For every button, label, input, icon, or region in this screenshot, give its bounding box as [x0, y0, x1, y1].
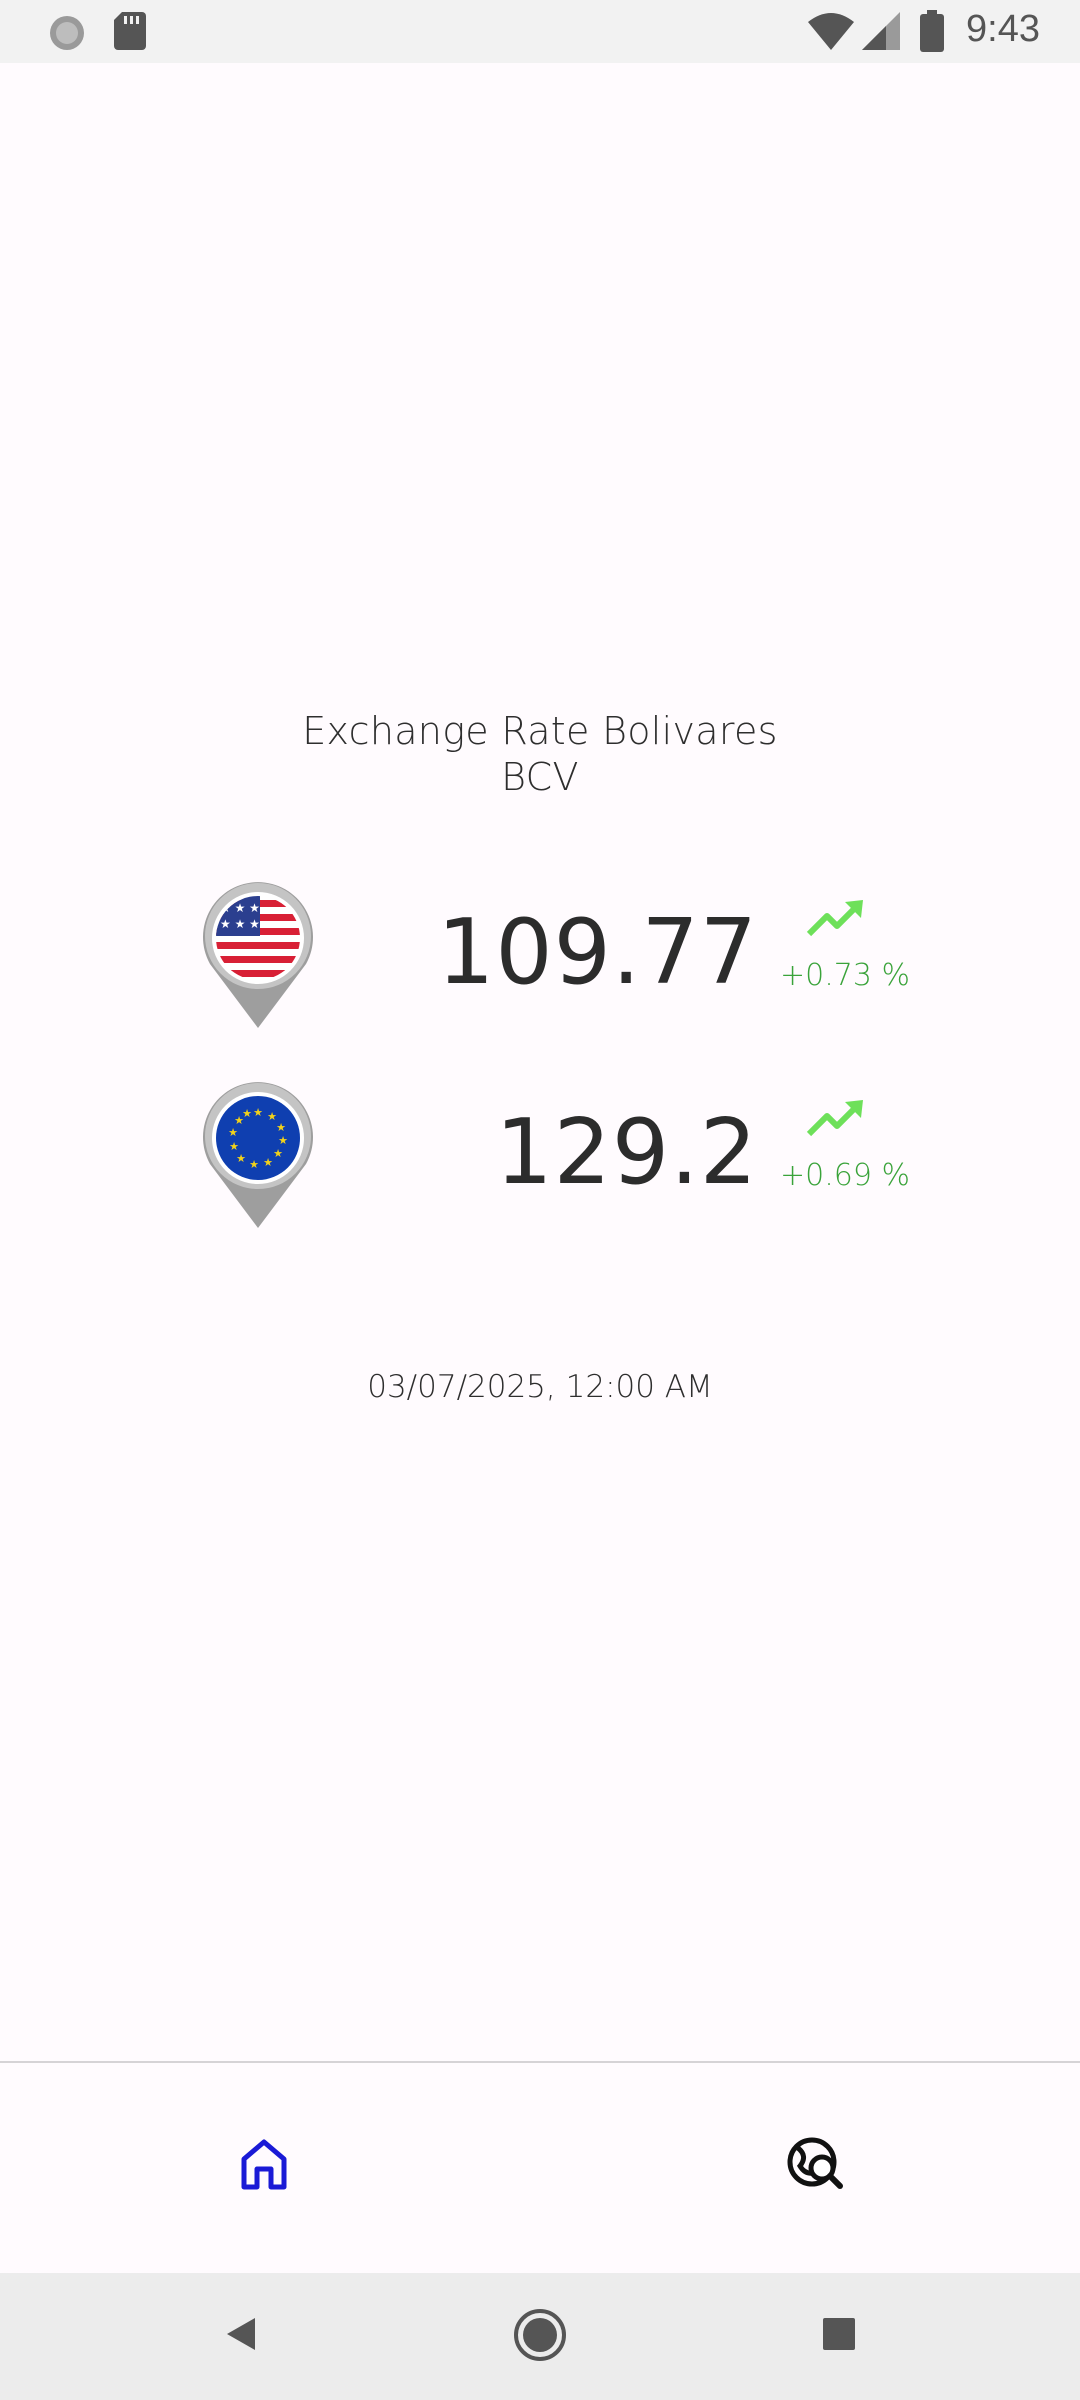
loading-icon	[48, 14, 86, 57]
signal-icon	[862, 12, 900, 55]
rate-row-usd: ★ ★ ★ ★ ★ ★ 109.77 +0.73 %	[0, 878, 1080, 1028]
globe-search-icon	[786, 2136, 846, 2197]
nav-search-button[interactable]	[776, 2126, 856, 2206]
svg-text:★: ★	[249, 1158, 259, 1171]
svg-text:★: ★	[253, 1106, 263, 1119]
usd-rate-change: +0.73 %	[780, 958, 910, 993]
usd-rate-value: 109.77	[437, 900, 758, 1005]
svg-text:★: ★	[228, 1126, 238, 1139]
home-system-button[interactable]	[512, 2308, 568, 2367]
last-updated-timestamp: 03/07/2025, 12:00 AM	[367, 1369, 713, 1405]
recents-button[interactable]	[816, 2313, 862, 2359]
trending-up-icon	[805, 1096, 867, 1140]
battery-icon	[920, 10, 944, 57]
nav-home-button[interactable]	[224, 2126, 304, 2206]
title-line-1: Exchange Rate Bolivares	[302, 709, 778, 753]
back-triangle-icon	[221, 2314, 261, 2359]
title-line-2: BCV	[501, 755, 579, 799]
trending-up-icon	[805, 896, 867, 940]
svg-text:★: ★	[278, 1134, 288, 1147]
status-time: 9:43	[966, 8, 1040, 50]
sd-card-icon	[114, 12, 146, 55]
status-bar: 9:43	[0, 0, 1080, 63]
svg-text:★: ★	[229, 1140, 239, 1153]
svg-text:★: ★	[236, 1152, 246, 1165]
eur-rate-value: 129.2	[495, 1100, 758, 1205]
eur-rate-change: +0.69 %	[780, 1158, 910, 1193]
system-navigation-bar	[0, 2273, 1080, 2400]
svg-text:★: ★	[263, 1156, 273, 1169]
back-button[interactable]	[216, 2311, 266, 2361]
home-icon	[239, 2137, 289, 2196]
bottom-navigation	[0, 2061, 1080, 2275]
wifi-icon	[808, 12, 854, 55]
svg-text:★: ★	[273, 1147, 283, 1160]
svg-text:★: ★	[276, 1121, 286, 1134]
svg-text:★ ★ ★: ★ ★ ★	[220, 917, 260, 931]
usa-flag-pin-icon: ★ ★ ★ ★ ★ ★	[198, 878, 318, 1028]
recents-square-icon	[821, 2316, 857, 2357]
eu-flag-pin-icon: ★ ★ ★ ★ ★ ★ ★ ★ ★ ★ ★ ★	[198, 1078, 318, 1228]
main-content: Exchange Rate Bolivares BCV ★ ★ ★ ★ ★ ★ …	[0, 63, 1080, 2061]
page-title: Exchange Rate Bolivares BCV	[0, 708, 1080, 800]
rate-row-eur: ★ ★ ★ ★ ★ ★ ★ ★ ★ ★ ★ ★ 129.2 +0.69 %	[0, 1078, 1080, 1228]
svg-text:★: ★	[242, 1107, 252, 1120]
home-circle-icon	[513, 2308, 567, 2367]
